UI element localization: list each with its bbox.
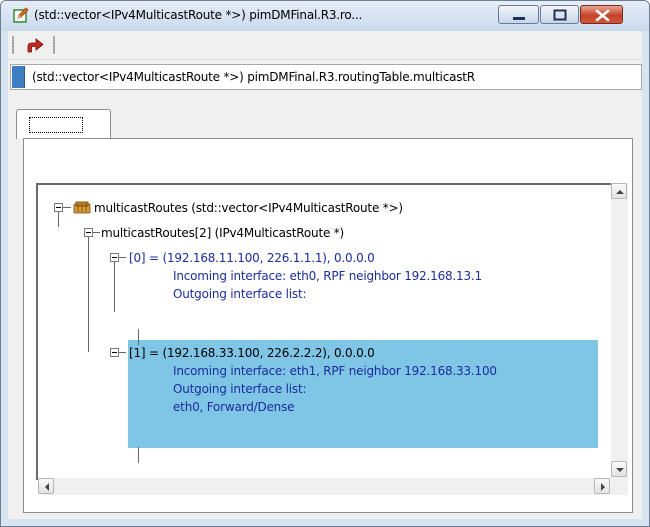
scrollbar-corner xyxy=(611,478,628,495)
toolbar-grip[interactable] xyxy=(12,36,14,54)
tree-connector xyxy=(93,232,100,233)
minimize-button[interactable] xyxy=(498,5,539,24)
scroll-down-icon xyxy=(616,468,624,472)
horizontal-scrollbar[interactable] xyxy=(38,478,611,495)
tree-item-detail: Outgoing interface list: xyxy=(173,382,307,396)
scroll-left-icon xyxy=(45,483,49,491)
maximize-button[interactable] xyxy=(540,5,579,24)
tab-contents[interactable] xyxy=(16,109,111,139)
inspector-window: (std::vector<IPv4MulticastRoute *>) pimD… xyxy=(0,0,650,527)
tree-item-detail: eth0, Forward/Dense xyxy=(173,400,295,414)
go-to-parent-button[interactable] xyxy=(23,34,47,56)
scroll-right-button[interactable] xyxy=(594,478,610,494)
collapse-toggle[interactable] xyxy=(110,348,119,357)
window-title: (std::vector<IPv4MulticastRoute *>) pimD… xyxy=(34,8,363,22)
minimize-icon xyxy=(513,17,525,20)
object-color-swatch xyxy=(12,66,25,88)
scroll-left-button[interactable] xyxy=(38,478,54,494)
toolbar-separator xyxy=(53,36,55,54)
tree-item-label[interactable]: [0] = (192.168.11.100, 226.1.1.1), 0.0.0… xyxy=(129,251,375,265)
object-path-text: (std::vector<IPv4MulticastRoute *>) pimD… xyxy=(32,70,475,84)
vertical-scrollbar[interactable] xyxy=(611,183,628,478)
tree-connector xyxy=(138,447,139,463)
collapse-toggle[interactable] xyxy=(84,228,93,237)
tree-item-detail: Incoming interface: eth0, RPF neighbor 1… xyxy=(173,269,482,283)
collapse-toggle[interactable] xyxy=(54,203,63,212)
tree-item-detail: Incoming interface: eth1, RPF neighbor 1… xyxy=(173,364,497,378)
scroll-down-button[interactable] xyxy=(611,461,627,477)
object-container-icon xyxy=(73,200,91,219)
tree-item-label-selected[interactable]: [1] = (192.168.33.100, 226.2.2.2), 0.0.0… xyxy=(129,346,375,360)
tree-connector xyxy=(138,329,139,345)
scroll-up-button[interactable] xyxy=(611,183,627,199)
tree-connector xyxy=(114,262,115,312)
tree-connector xyxy=(119,352,126,353)
go-to-parent-arrow-icon xyxy=(27,38,44,53)
tree-connector xyxy=(119,257,126,258)
tree-vector-label[interactable]: multicastRoutes[2] (IPv4MulticastRoute *… xyxy=(101,226,344,240)
tab-label xyxy=(29,117,83,133)
inspector-edit-icon xyxy=(13,7,29,23)
close-button[interactable] xyxy=(580,5,623,24)
tree-root-label[interactable]: multicastRoutes (std::vector<IPv4Multica… xyxy=(94,201,403,215)
collapse-toggle[interactable] xyxy=(110,253,119,262)
tree-connector xyxy=(58,212,59,227)
scroll-up-icon xyxy=(616,190,624,194)
toolbar xyxy=(8,31,642,60)
tree-item-detail: Outgoing interface list: xyxy=(173,287,307,301)
tree-connector xyxy=(63,207,71,208)
tree-connector xyxy=(88,237,89,352)
close-icon xyxy=(595,9,610,22)
object-path-bar[interactable]: (std::vector<IPv4MulticastRoute *>) pimD… xyxy=(10,64,642,90)
title-bar[interactable]: (std::vector<IPv4MulticastRoute *>) pimD… xyxy=(1,1,649,31)
scroll-right-icon xyxy=(601,483,605,491)
maximize-icon xyxy=(553,9,567,21)
